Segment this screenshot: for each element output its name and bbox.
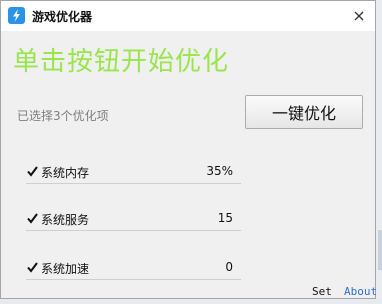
close-icon <box>354 11 364 21</box>
option-value: 35% <box>206 164 233 178</box>
about-link[interactable]: About <box>344 285 377 298</box>
lightning-icon <box>8 7 25 24</box>
selected-count-text: 已选择3个优化项 <box>17 109 109 123</box>
divider <box>26 230 241 231</box>
set-link[interactable]: Set <box>312 285 332 298</box>
option-row-memory: 系统内存 35% <box>26 162 241 184</box>
divider <box>26 279 241 280</box>
window-title: 游戏优化器 <box>32 10 93 24</box>
checkbox-acceleration[interactable] <box>26 261 39 274</box>
one-click-optimize-button[interactable]: 一键优化 <box>245 95 363 129</box>
option-label: 系统加速 <box>41 262 90 276</box>
background-right-shade <box>378 230 382 270</box>
optimizer-window: 游戏优化器 单击按钮开始优化 已选择3个优化项 一键优化 系统内存 35% 系统… <box>0 0 377 299</box>
option-row-acceleration: 系统加速 0 <box>26 258 241 280</box>
option-value: 15 <box>217 211 233 225</box>
checkbox-memory[interactable] <box>26 165 39 178</box>
close-button[interactable] <box>345 4 373 28</box>
option-value: 0 <box>225 260 233 274</box>
option-row-services: 系统服务 15 <box>26 209 241 231</box>
checkbox-services[interactable] <box>26 212 39 225</box>
option-label: 系统内存 <box>41 166 90 180</box>
headline: 单击按钮开始优化 <box>13 47 230 77</box>
divider <box>26 183 241 184</box>
title-bar[interactable]: 游戏优化器 <box>1 1 375 31</box>
option-label: 系统服务 <box>41 213 90 227</box>
